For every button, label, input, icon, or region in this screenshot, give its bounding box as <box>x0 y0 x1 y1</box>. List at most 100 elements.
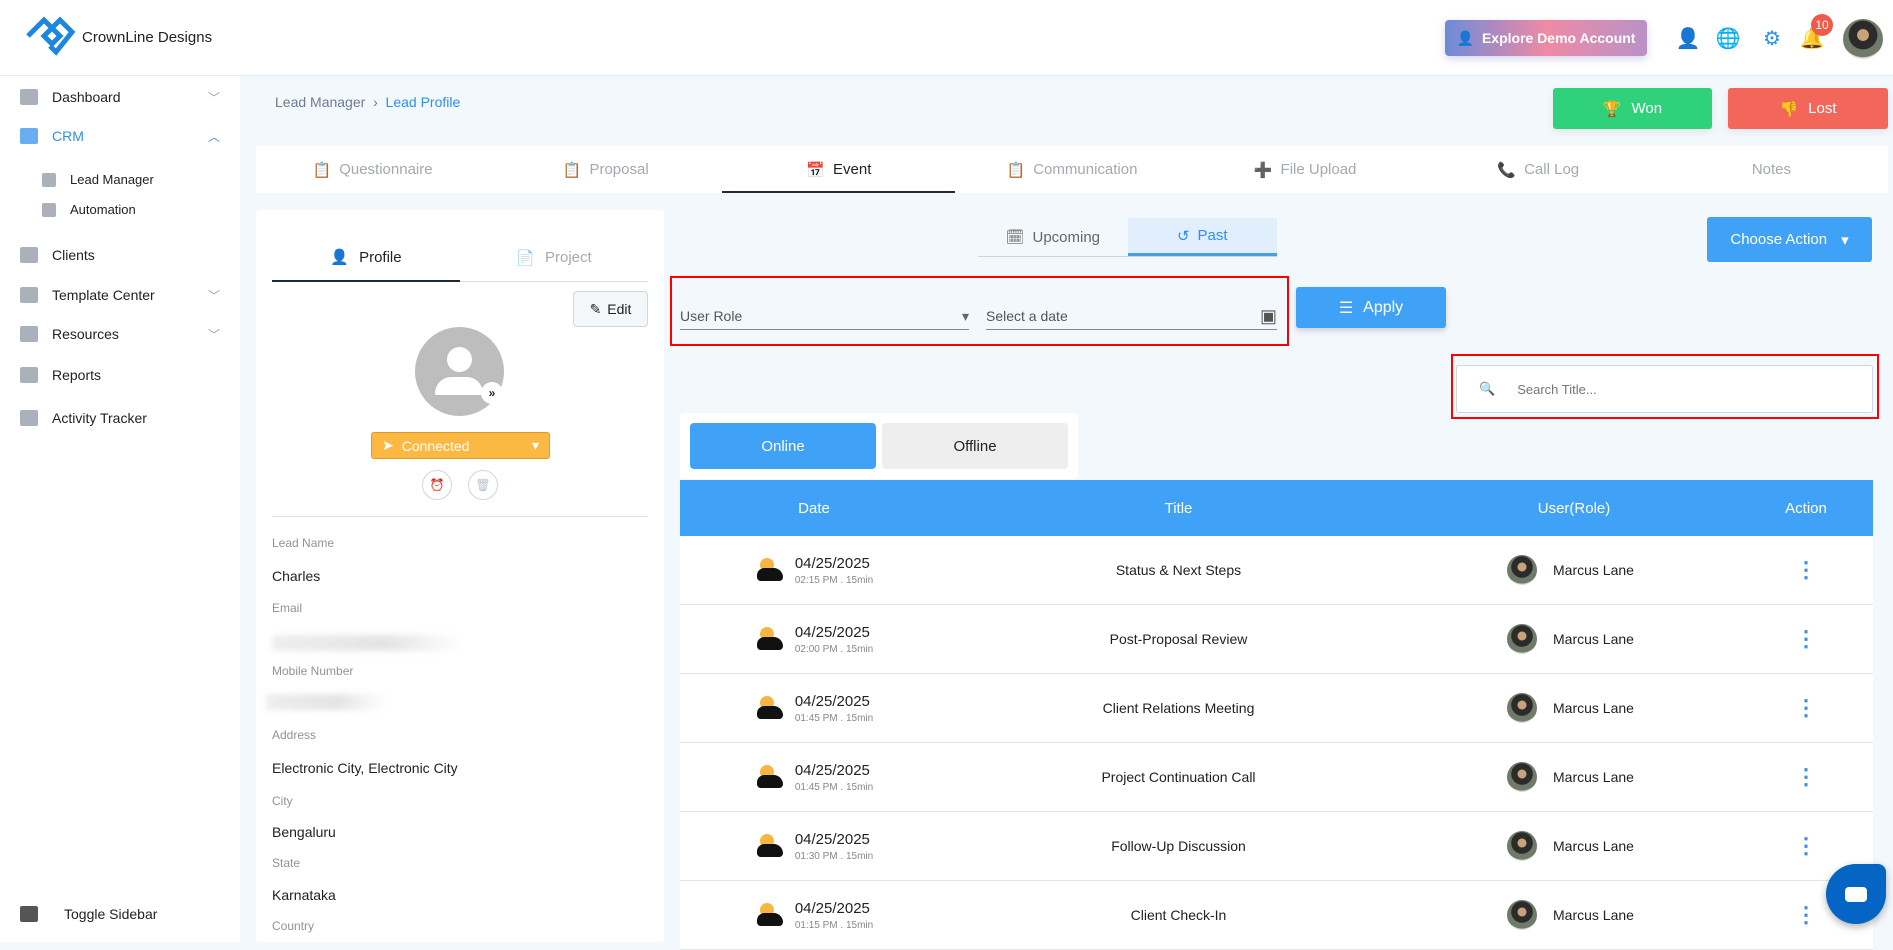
more-vertical-icon[interactable]: ⋮ <box>1795 766 1817 788</box>
tab-questionnaire[interactable]: 📋 Questionnaire <box>256 146 489 193</box>
user-name: Marcus Lane <box>1553 562 1634 578</box>
avatar-head <box>447 347 472 372</box>
label: Choose Action <box>1730 231 1828 248</box>
user-name: Marcus Lane <box>1553 631 1634 647</box>
tab-project[interactable]: 📄 Project <box>460 234 648 282</box>
search-input[interactable] <box>1517 381 1838 397</box>
tab-proposal[interactable]: 📋 Proposal <box>489 146 722 193</box>
user-avatar[interactable] <box>1843 19 1883 59</box>
online-button[interactable]: Online <box>690 423 876 469</box>
tab-upcoming[interactable]: 🗓 Upcoming <box>978 218 1128 256</box>
explore-demo-button[interactable]: 👤 Explore Demo Account <box>1445 20 1647 56</box>
phone-icon: 📞 <box>1497 161 1517 179</box>
person-icon: 👤 <box>330 249 350 266</box>
label: Lead Manager <box>70 172 154 187</box>
status-label: Connected <box>401 437 470 454</box>
plus-box-icon: ➕ <box>1253 161 1273 179</box>
brand-name: CrownLine Designs <box>82 28 213 46</box>
date-cell: 04/25/2025 01:30 PM . 15min <box>680 812 948 880</box>
won-button[interactable]: 🏆 Won <box>1553 88 1712 129</box>
profile-avatar[interactable]: » <box>415 327 504 416</box>
sidebar-item-reports[interactable]: Reports <box>20 367 220 383</box>
sidebar: Dashboard ﹀ CRM ︿ Lead Manager Automation … <box>0 76 240 942</box>
sidebar-item-resources[interactable]: Resources ﹀ <box>20 326 220 342</box>
tab-past[interactable]: ↺ Past <box>1127 218 1277 256</box>
sidebar-toggle-icon <box>20 906 38 922</box>
date-picker[interactable]: Select a date ▣ <box>986 303 1277 330</box>
status-dropdown[interactable]: ➤ Connected ▾ <box>371 432 550 459</box>
tab-profile[interactable]: 👤 Profile <box>272 234 460 282</box>
sidebar-item-activity-tracker[interactable]: Activity Tracker <box>20 410 220 426</box>
event-title: Post-Proposal Review <box>1109 631 1248 647</box>
user-avatar <box>1507 555 1537 585</box>
offline-button[interactable]: Offline <box>882 423 1068 469</box>
label: Communication <box>1033 161 1138 178</box>
weather-icon <box>755 901 787 929</box>
more-vertical-icon[interactable]: ⋮ <box>1795 904 1817 926</box>
chevron-up-icon: ︿ <box>207 129 220 144</box>
calendar-icon[interactable]: ▣ <box>1260 306 1277 327</box>
alarm-icon[interactable]: ⏰ <box>422 470 452 500</box>
user-cell: Marcus Lane <box>1409 743 1739 811</box>
table-row[interactable]: 04/25/2025 02:00 PM . 15min Post-Proposal… <box>680 605 1873 674</box>
event-title: Status & Next Steps <box>1115 562 1242 578</box>
row-actions: ⋮ <box>1739 536 1873 604</box>
tab-file-upload[interactable]: ➕ File Upload <box>1189 146 1422 193</box>
field-label: Lead Name <box>272 536 335 550</box>
sidebar-item-lead-manager[interactable]: Lead Manager <box>42 172 242 187</box>
table-row[interactable]: 04/25/2025 01:30 PM . 15min Follow-Up Dis… <box>680 812 1873 881</box>
tab-notes[interactable]: Notes <box>1655 146 1888 193</box>
chat-widget-button[interactable] <box>1826 864 1886 924</box>
clipboard-icon: 📋 <box>312 161 332 179</box>
table-row[interactable]: 04/25/2025 01:45 PM . 15min Project Conti… <box>680 743 1873 812</box>
notification-badge: 10 <box>1811 14 1833 36</box>
table-row[interactable]: 04/25/2025 02:15 PM . 15min Status & Next… <box>680 536 1873 605</box>
brand-logo[interactable]: CrownLine Designs <box>24 12 212 62</box>
more-vertical-icon[interactable]: ⋮ <box>1795 835 1817 857</box>
table-row[interactable]: 04/25/2025 01:45 PM . 15min Client Relati… <box>680 674 1873 743</box>
tab-event[interactable]: 📅 Event <box>722 146 956 193</box>
more-vertical-icon[interactable]: ⋮ <box>1795 559 1817 581</box>
template-icon <box>20 287 38 303</box>
label: User Role <box>680 308 743 324</box>
user-avatar <box>1507 693 1537 723</box>
thumbs-down-icon: 👎 <box>1779 100 1799 118</box>
field-label: Mobile Number <box>272 664 354 678</box>
user-icon: 👤 <box>1456 29 1474 46</box>
crm-icon <box>20 128 38 144</box>
reports-icon <box>20 367 38 383</box>
weather-icon <box>755 556 787 584</box>
sidebar-item-automation[interactable]: Automation <box>42 202 242 217</box>
more-vertical-icon[interactable]: ⋮ <box>1795 628 1817 650</box>
user-name: Marcus Lane <box>1553 700 1634 716</box>
label: Notes <box>1751 161 1791 178</box>
sidebar-item-crm[interactable]: CRM ︿ <box>20 128 220 144</box>
field-label: Address <box>272 728 317 742</box>
globe-icon[interactable]: 🌐 <box>1716 26 1741 50</box>
add-user-icon[interactable]: 👤 <box>1676 26 1701 50</box>
label: CRM <box>52 128 84 144</box>
email-redacted <box>272 635 462 651</box>
sidebar-item-clients[interactable]: Clients <box>20 247 220 263</box>
sidebar-item-dashboard[interactable]: Dashboard ﹀ <box>20 89 220 105</box>
toggle-sidebar-button[interactable]: Toggle Sidebar <box>20 906 220 922</box>
sidebar-item-template-center[interactable]: Template Center ﹀ <box>20 287 220 303</box>
user-role-select[interactable]: User Role ▾ <box>680 303 969 330</box>
expand-icon[interactable]: » <box>481 382 503 404</box>
choose-action-button[interactable]: Choose Action ▾ <box>1707 217 1872 262</box>
lost-button[interactable]: 👎 Lost <box>1728 88 1888 129</box>
apply-button[interactable]: ☰ Apply <box>1296 287 1446 328</box>
edit-button[interactable]: ✎ Edit <box>573 291 648 327</box>
divider <box>272 516 648 517</box>
lead-tabs: 📋 Questionnaire 📋 Proposal 📅 Event 📋 Communi… <box>256 146 1888 193</box>
weather-icon <box>755 763 787 791</box>
date-cell: 04/25/2025 01:15 PM . 15min <box>680 881 948 949</box>
field-label: Country <box>272 919 315 933</box>
tab-communication[interactable]: 📋 Communication <box>955 146 1188 193</box>
gear-icon[interactable]: ⚙ <box>1760 26 1784 50</box>
tab-call-log[interactable]: 📞 Call Log <box>1422 146 1655 193</box>
table-row[interactable]: 04/25/2025 01:15 PM . 15min Client Check-… <box>680 881 1873 950</box>
more-vertical-icon[interactable]: ⋮ <box>1795 697 1817 719</box>
breadcrumb-lead-manager[interactable]: Lead Manager <box>275 94 365 110</box>
trash-icon[interactable]: 🗑 <box>468 470 498 500</box>
